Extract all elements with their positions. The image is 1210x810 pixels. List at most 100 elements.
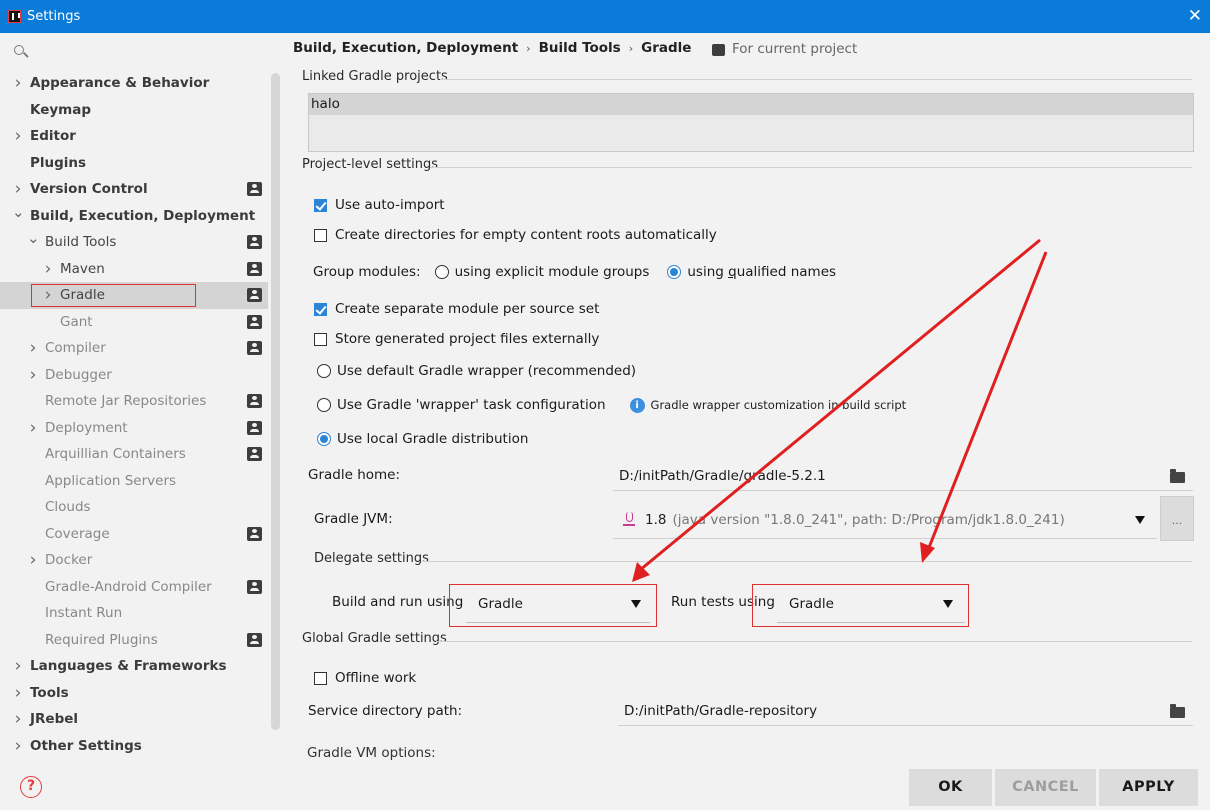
sidebar-item-tools[interactable]: › Tools [0,680,268,707]
chevron-right-icon[interactable]: › [12,123,24,150]
auto-import-checkbox[interactable]: Use auto-import [314,197,445,213]
chevron-down-icon[interactable] [631,600,641,608]
radio-button[interactable] [317,398,331,412]
gradle-jvm-label: Gradle JVM: [314,511,393,527]
separate-module-checkbox[interactable]: Create separate module per source set [314,301,599,317]
dialog-footer: ? OK CANCEL APPLY [0,760,1210,810]
sidebar-item-label: Build Tools [45,234,117,250]
checkbox-unchecked[interactable] [314,332,327,346]
project-scope-icon [247,288,262,302]
gradle-home-input[interactable]: D:/initPath/Gradle/gradle-5.2.1 [613,463,1193,491]
chevron-right-icon[interactable]: › [27,415,39,442]
sidebar-item-languages-frameworks[interactable]: › Languages & Frameworks [0,653,268,680]
folder-icon[interactable] [1170,704,1185,718]
service-dir-input[interactable]: D:/initPath/Gradle-repository [618,698,1193,726]
chevron-right-icon[interactable]: › [12,680,24,707]
sidebar-item-build-execution-deployment[interactable]: ⌄ Build, Execution, Deployment [0,203,268,230]
checkbox-label: Store generated project files externally [335,331,600,347]
chevron-right-icon[interactable]: › [27,362,39,389]
sidebar-item-maven[interactable]: › Maven [0,256,268,283]
sidebar-item-coverage[interactable]: Coverage [0,521,268,548]
gradle-jvm-select[interactable]: 1.8 (java version "1.8.0_241", path: D:/P… [613,503,1157,539]
sidebar-item-label: Clouds [45,499,91,515]
checkbox-unchecked[interactable] [314,671,327,685]
project-scope-icon [247,526,262,541]
sidebar-item-keymap[interactable]: Keymap [0,97,268,124]
radio-default-wrapper[interactable]: Use default Gradle wrapper (recommended) [317,363,636,379]
section-title: Project-level settings [302,157,439,172]
sidebar-item-build-tools[interactable]: ⌄ Build Tools [0,229,268,256]
chevron-right-icon[interactable]: › [12,706,24,733]
sidebar-item-application-servers[interactable]: Application Servers [0,468,268,495]
sidebar-item-debugger[interactable]: › Debugger [0,362,268,389]
radio-button[interactable] [317,364,331,378]
offline-work-checkbox[interactable]: Offline work [314,670,416,686]
folder-icon[interactable] [1170,469,1185,483]
sidebar-item-version-control[interactable]: › Version Control [0,176,268,203]
chevron-right-icon[interactable]: › [27,335,39,362]
sidebar-item-required-plugins[interactable]: Required Plugins [0,627,268,654]
ok-button[interactable]: OK [909,769,992,806]
sidebar-item-label: Remote Jar Repositories [45,393,207,409]
linked-projects-list[interactable]: halo [308,93,1194,152]
checkbox-label: Offline work [335,670,417,686]
chevron-right-icon[interactable]: › [42,256,54,283]
create-dirs-checkbox[interactable]: Create directories for empty content roo… [314,227,717,243]
sidebar-item-instant-run[interactable]: Instant Run [0,600,268,627]
sidebar-item-plugins[interactable]: Plugins [0,150,268,177]
radio-button[interactable] [317,432,331,446]
radio-qualified-names[interactable] [667,265,682,279]
build-run-select[interactable]: Gradle [466,591,650,623]
run-tests-select[interactable]: Gradle [777,591,965,623]
browse-jvm-button[interactable]: ... [1160,496,1194,541]
chevron-right-icon[interactable]: › [27,547,39,574]
list-item[interactable]: halo [309,94,1193,115]
gradle-settings-panel: Build, Execution, Deployment › Build Tools… [283,33,1210,760]
sidebar-scrollbar[interactable] [271,73,280,730]
radio-wrapper-task[interactable]: Use Gradle 'wrapper' task configuration … [317,397,906,413]
sidebar-item-gradle-android-compiler[interactable]: Gradle-Android Compiler [0,574,268,601]
sidebar-item-gradle[interactable]: › Gradle [0,282,268,309]
sidebar-item-label: Application Servers [45,472,177,489]
section-delegate: Delegate settings [314,551,1192,571]
checkbox-checked[interactable] [314,198,327,212]
sidebar-item-deployment[interactable]: › Deployment [0,415,268,442]
breadcrumb: Build, Execution, Deployment › Build Tools… [293,40,691,56]
search-icon[interactable] [12,41,36,63]
chevron-right-icon[interactable]: › [12,733,24,760]
sidebar-item-docker[interactable]: › Docker [0,547,268,574]
settings-tree: › Appearance & Behavior Keymap › Editor Plugi… [0,70,268,759]
sidebar-item-jrebel[interactable]: › JRebel [0,706,268,733]
close-icon[interactable]: ✕ [1188,6,1202,26]
chevron-right-icon: › [628,42,634,55]
build-run-value: Gradle [478,596,523,612]
checkbox-label: Create directories for empty content roo… [335,227,717,243]
project-scope-icon [247,182,262,196]
radio-explicit-groups[interactable] [434,265,449,279]
apply-button[interactable]: APPLY [1099,769,1198,806]
chevron-right-icon[interactable]: › [12,70,24,97]
chevron-right-icon: › [526,42,531,55]
checkbox-unchecked[interactable] [314,228,327,242]
sidebar-item-arquillian-containers[interactable]: Arquillian Containers [0,441,268,468]
sidebar-item-editor[interactable]: › Editor [0,123,268,150]
chevron-down-icon[interactable] [1135,516,1145,524]
cancel-button[interactable]: CANCEL [995,769,1096,806]
jvm-detail: (java version "1.8.0_241", path: D:/Prog… [672,512,1065,528]
sidebar-item-other-settings[interactable]: › Other Settings [0,733,268,760]
sidebar-item-gant[interactable]: Gant [0,309,268,336]
sidebar-item-clouds[interactable]: Clouds [0,494,268,521]
help-icon[interactable]: ? [20,776,42,798]
radio-local-distribution[interactable]: Use local Gradle distribution [317,431,528,447]
chevron-down-icon[interactable]: ⌄ [27,225,40,252]
chevron-right-icon[interactable]: › [12,653,24,680]
sidebar-item-appearance-behavior[interactable]: › Appearance & Behavior [0,70,268,97]
chevron-down-icon[interactable]: ⌄ [12,199,25,226]
section-project-level: Project-level settings [302,157,1192,177]
sidebar-item-remote-jar-repositories[interactable]: Remote Jar Repositories [0,388,268,415]
checkbox-checked[interactable] [314,302,327,316]
chevron-down-icon[interactable] [943,600,953,608]
wrapper-info-text: Gradle wrapper customization in build sc… [650,398,907,412]
store-externally-checkbox[interactable]: Store generated project files externally [314,331,599,347]
sidebar-item-compiler[interactable]: › Compiler [0,335,268,362]
